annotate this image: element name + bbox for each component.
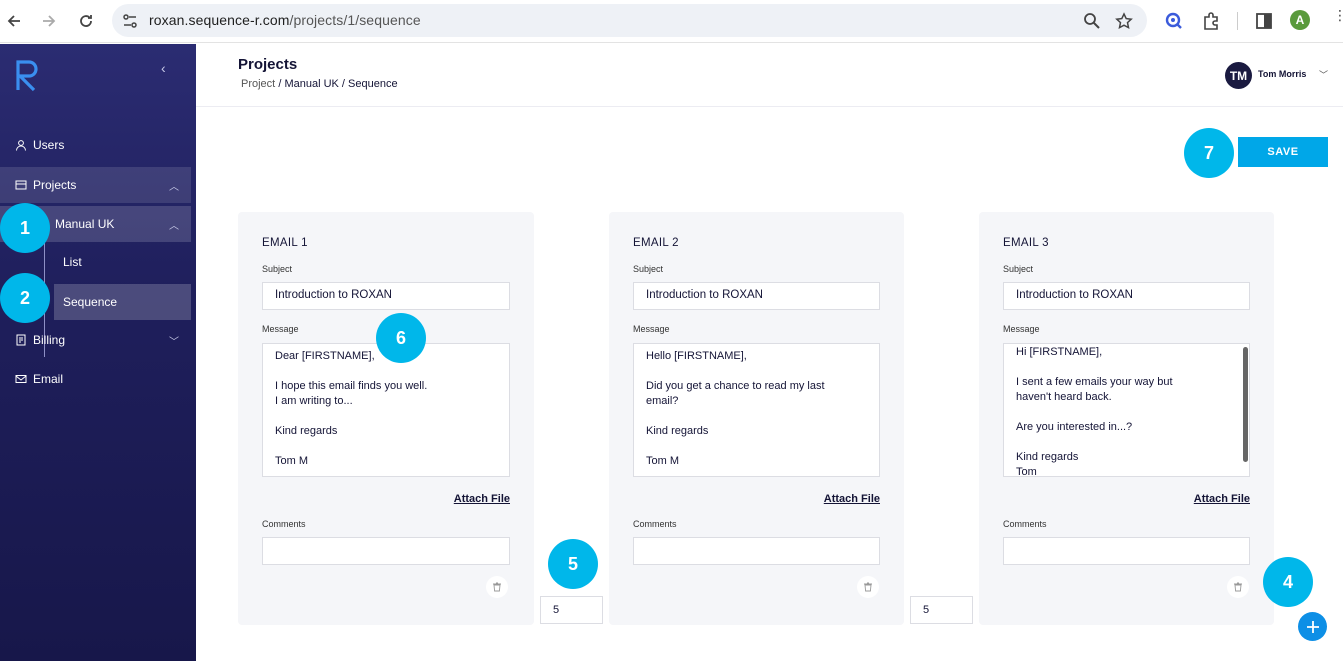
plus-icon [1306,620,1319,633]
trash-icon[interactable] [486,576,508,598]
annotation-marker-5: 5 [548,539,598,589]
annotation-marker-7: 7 [1184,128,1234,178]
sidebar-item-users[interactable]: Users [0,127,191,163]
breadcrumb: Project / Manual UK / Sequence [241,78,398,90]
add-email-button[interactable] [1298,612,1327,641]
sidebar-item-sequence[interactable]: Sequence [54,284,191,320]
subject-input[interactable]: Introduction to ROXAN [633,282,880,310]
message-textarea[interactable]: Dear [FIRSTNAME], I hope this email find… [262,343,510,477]
chevron-down-icon[interactable]: ﹀ [1319,68,1328,81]
profile-avatar[interactable]: A [1290,10,1310,30]
subject-label: Subject [1003,264,1034,274]
url-text: roxan.sequence-r.com/projects/1/sequence [149,12,421,28]
sidebar-item-label: Projects [33,178,77,192]
message-scrollbar[interactable] [1243,347,1248,462]
breadcrumb-item-project[interactable]: Project [241,78,275,90]
breadcrumb-item-manual-uk[interactable]: Manual UK [284,78,338,90]
message-label: Message [262,324,299,334]
billing-icon [16,334,26,346]
comments-input[interactable] [633,537,880,565]
delay-days-input[interactable]: 5 [910,596,973,624]
breadcrumb-item-sequence: Sequence [348,78,398,90]
user-icon [16,140,26,151]
email-title: EMAIL 3 [1003,237,1049,249]
reload-icon[interactable] [74,9,98,33]
toolbar-divider [1237,12,1238,30]
page-header: Projects Project / Manual UK / Sequence … [196,44,1343,107]
app-logo [16,60,38,92]
attach-file-link[interactable]: Attach File [1003,493,1250,505]
page-title: Projects [238,56,298,73]
site-settings-icon[interactable] [121,12,139,30]
subject-input[interactable]: Introduction to ROXAN [1003,282,1250,310]
url-path: /projects/1/sequence [289,12,421,28]
collapse-sidebar-icon[interactable]: ‹ [161,60,166,76]
bookmark-star-icon[interactable] [1115,12,1133,30]
subject-input[interactable]: Introduction to ROXAN [262,282,510,310]
sidebar-item-label: Billing [33,333,66,347]
sidebar-item-projects[interactable]: Projects ︿ [0,167,191,203]
breadcrumb-separator: / [341,78,345,90]
sidebar-item-label: Users [33,138,65,152]
email-icon [15,375,27,383]
trash-icon[interactable] [857,576,879,598]
back-icon[interactable] [2,9,26,33]
save-button[interactable]: SAVE [1238,137,1328,167]
email-card-1: EMAIL 1 Subject Introduction to ROXAN Me… [238,212,534,625]
address-bar[interactable]: roxan.sequence-r.com/projects/1/sequence [112,4,1147,37]
extensions-puzzle-icon[interactable] [1201,11,1221,31]
breadcrumb-separator: / [278,78,282,90]
comments-label: Comments [1003,519,1047,529]
attach-file-link[interactable]: Attach File [262,493,510,505]
annotation-marker-4: 4 [1263,557,1313,607]
side-panel-icon[interactable] [1254,11,1274,31]
comments-input[interactable] [262,537,510,565]
chevron-up-icon: ︿ [169,182,179,193]
sidebar-item-billing[interactable]: Billing ﹀ [0,322,191,358]
sidebar-item-email[interactable]: Email [0,361,191,397]
sidebar-item-label: List [63,255,82,269]
chevron-down-icon: ﹀ [169,337,179,348]
forward-icon[interactable] [37,9,61,33]
annotation-marker-1: 1 [0,203,50,253]
projects-icon [15,180,27,190]
email-card-3: EMAIL 3 Subject Introduction to ROXAN Me… [979,212,1274,625]
message-textarea[interactable]: Hello [FIRSTNAME], Did you get a chance … [633,343,880,477]
email-title: EMAIL 2 [633,237,679,249]
comments-input[interactable] [1003,537,1250,565]
delay-days-input[interactable]: 5 [540,596,603,624]
sidebar-item-label: Sequence [63,295,118,309]
zoom-icon[interactable] [1083,12,1101,30]
annotation-marker-2: 2 [0,273,50,323]
sidebar-item-label: Manual UK [55,217,115,231]
attach-file-link[interactable]: Attach File [633,493,880,505]
message-textarea[interactable]: Hi [FIRSTNAME], I sent a few emails your… [1003,343,1250,477]
comments-label: Comments [262,519,306,529]
sidebar-item-label: Email [33,372,64,386]
email-card-2: EMAIL 2 Subject Introduction to ROXAN Me… [609,212,904,625]
message-label: Message [633,324,670,334]
menu-dots-icon[interactable]: ⋮ [1333,8,1343,22]
browser-toolbar: roxan.sequence-r.com/projects/1/sequence… [0,0,1343,43]
message-label: Message [1003,324,1040,334]
subject-label: Subject [633,264,664,274]
sidebar: ‹ Users Projects ︿ Manual UK ︿ List Sequ… [0,44,196,661]
user-name[interactable]: Tom Morris [1258,69,1306,79]
user-avatar[interactable]: TM [1225,62,1252,89]
url-host: roxan.sequence-r.com [149,12,290,28]
email-title: EMAIL 1 [262,237,308,249]
chevron-up-icon: ︿ [169,221,179,232]
trash-icon[interactable] [1227,576,1249,598]
lens-extension-icon[interactable] [1164,11,1184,31]
annotation-marker-6: 6 [376,313,426,363]
subject-label: Subject [262,264,293,274]
comments-label: Comments [633,519,677,529]
